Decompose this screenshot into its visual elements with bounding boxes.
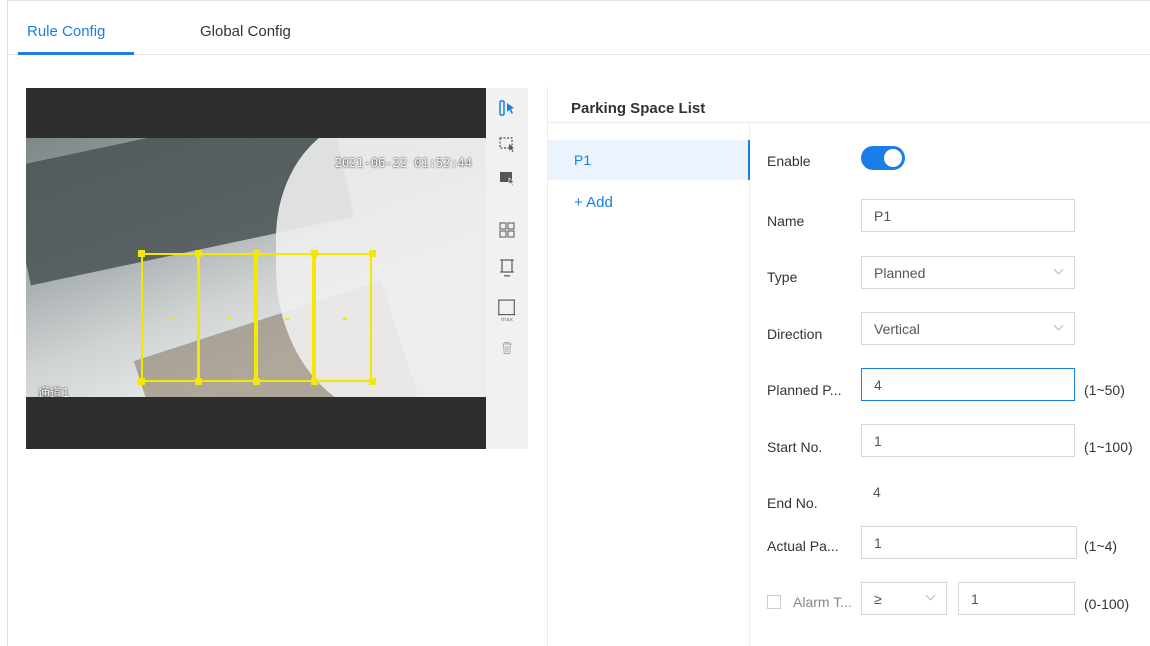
enable-label: Enable xyxy=(767,153,811,169)
parking-space-box[interactable] xyxy=(256,253,314,382)
space-center-mark xyxy=(343,318,347,320)
resize-handle[interactable] xyxy=(369,378,376,385)
alarm-range-hint: (0-100) xyxy=(1084,596,1130,612)
parking-space-item-label: P1 xyxy=(574,152,592,168)
draw-parking-space-icon[interactable] xyxy=(497,98,517,118)
tab-rule-config[interactable]: Rule Config xyxy=(27,23,105,40)
type-select-value: Planned xyxy=(874,265,926,281)
resize-handle[interactable] xyxy=(195,378,202,385)
parking-space-item-p1[interactable]: P1 xyxy=(548,140,750,180)
parking-space-box[interactable] xyxy=(198,253,256,382)
name-input[interactable]: P1 xyxy=(861,199,1075,232)
resize-handle[interactable] xyxy=(369,250,376,257)
parking-space-panel: Parking Space List P1 + Add Enable Name … xyxy=(547,87,1150,646)
type-select[interactable]: Planned xyxy=(861,256,1075,289)
max-label: max xyxy=(501,317,514,323)
direction-select-value: Vertical xyxy=(874,321,920,337)
parking-space-box[interactable] xyxy=(314,253,372,382)
min-size-icon[interactable] xyxy=(497,258,517,278)
delete-icon[interactable] xyxy=(497,338,517,358)
alarm-operator-select[interactable]: ≥ xyxy=(861,582,947,615)
resize-handle[interactable] xyxy=(311,250,318,257)
max-size-icon[interactable]: max xyxy=(497,298,517,324)
end-no-label: End No. xyxy=(767,495,818,511)
alarm-operator-value: ≥ xyxy=(874,591,882,607)
direction-select[interactable]: Vertical xyxy=(861,312,1075,345)
resize-handle[interactable] xyxy=(195,250,202,257)
space-center-mark xyxy=(227,318,231,320)
tab-bar: Rule Config Global Config xyxy=(8,1,1150,55)
video-preview[interactable]: 2021-06-22 01:52:44 通道1 xyxy=(26,88,486,449)
chevron-down-icon xyxy=(925,590,936,601)
add-parking-space-button[interactable]: + Add xyxy=(574,194,613,211)
start-range-hint: (1~100) xyxy=(1084,439,1133,455)
alarm-checkbox[interactable] xyxy=(767,595,781,609)
actual-parking-label: Actual Pa... xyxy=(767,538,839,554)
space-center-mark xyxy=(170,318,174,320)
tab-global-config[interactable]: Global Config xyxy=(200,23,291,40)
parking-space-list: P1 + Add xyxy=(548,123,750,646)
active-tab-indicator xyxy=(18,52,134,55)
resize-handle[interactable] xyxy=(311,378,318,385)
alarm-threshold-label: Alarm T... xyxy=(793,594,852,610)
start-no-input[interactable]: 1 xyxy=(861,424,1075,457)
direction-label: Direction xyxy=(767,326,823,342)
resize-handle[interactable] xyxy=(253,250,260,257)
osd-channel-name: 通道1 xyxy=(38,386,70,397)
grid-icon[interactable] xyxy=(497,220,517,240)
camera-image: 2021-06-22 01:52:44 通道1 xyxy=(26,138,486,397)
parking-space-list-title: Parking Space List xyxy=(571,100,706,117)
chevron-down-icon xyxy=(1053,264,1064,275)
alarm-threshold-input[interactable]: 1 xyxy=(958,582,1075,615)
resize-handle[interactable] xyxy=(138,250,145,257)
exclude-region-icon[interactable] xyxy=(497,168,517,188)
planned-range-hint: (1~50) xyxy=(1084,382,1125,398)
actual-parking-input[interactable]: 1 xyxy=(861,526,1077,559)
osd-timestamp: 2021-06-22 01:52:44 xyxy=(334,156,472,170)
actual-range-hint: (1~4) xyxy=(1084,538,1118,554)
start-no-label: Start No. xyxy=(767,439,823,455)
planned-parking-label: Planned P... xyxy=(767,382,842,398)
resize-handle[interactable] xyxy=(253,378,260,385)
select-region-icon[interactable] xyxy=(497,134,517,154)
enable-toggle[interactable] xyxy=(861,146,905,170)
end-no-value: 4 xyxy=(873,484,881,500)
parking-space-box[interactable] xyxy=(141,253,199,382)
type-label: Type xyxy=(767,269,798,285)
name-label: Name xyxy=(767,213,805,229)
toggle-knob xyxy=(884,149,902,167)
drawing-toolbar: max xyxy=(486,88,528,449)
chevron-down-icon xyxy=(1053,320,1064,331)
space-center-mark xyxy=(285,318,289,320)
resize-handle[interactable] xyxy=(138,378,145,385)
planned-parking-input[interactable]: 4 xyxy=(861,368,1075,401)
frame-left-border xyxy=(7,0,8,646)
